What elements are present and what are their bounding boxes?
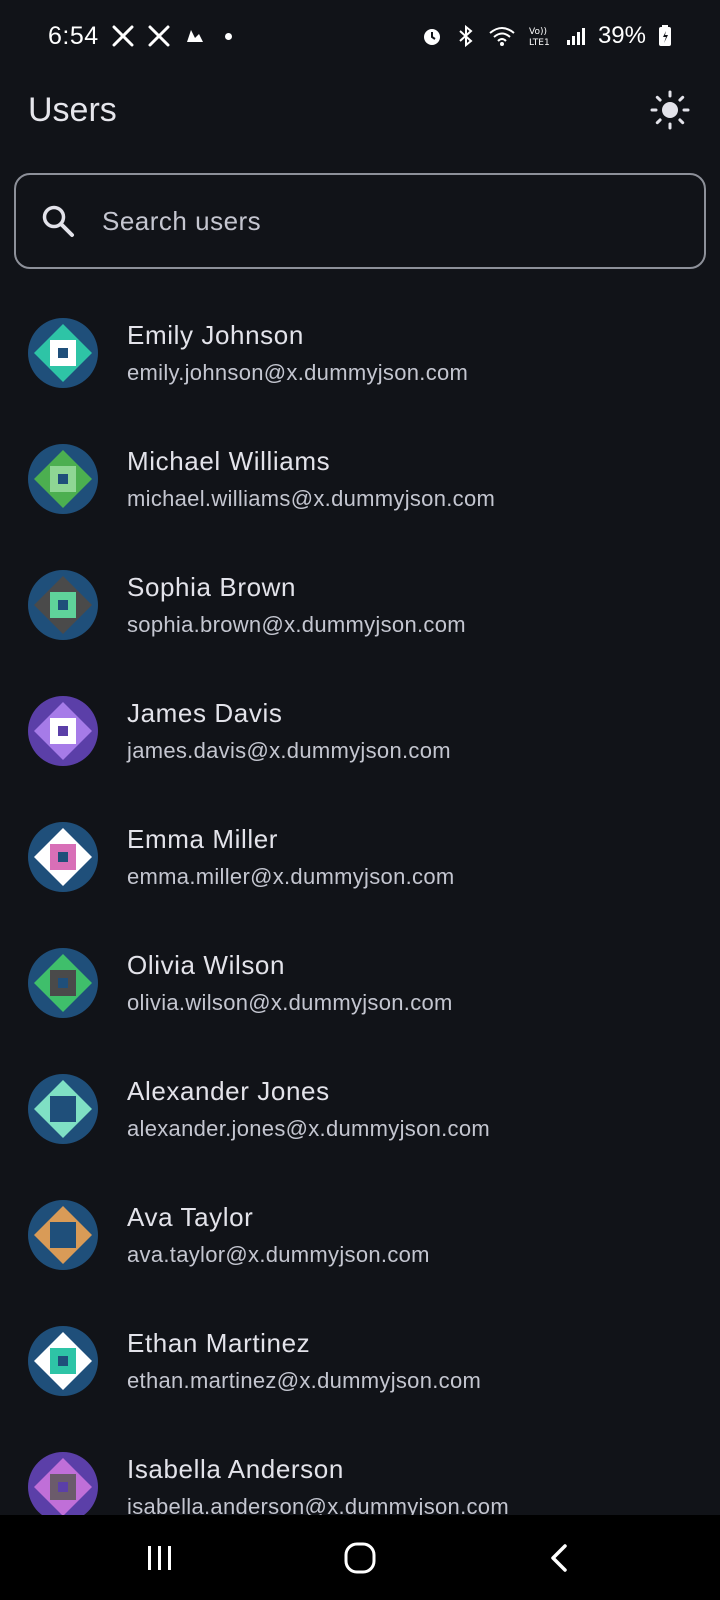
user-email: sophia.brown@x.dummyjson.com <box>127 612 466 637</box>
user-email: emma.miller@x.dummyjson.com <box>127 864 455 889</box>
user-name: Sophia Brown <box>127 572 297 602</box>
svg-text:LTE1: LTE1 <box>529 38 550 48</box>
avatar <box>28 1326 98 1396</box>
user-text: James Davis james.davis@x.dummyjson.com <box>127 697 451 765</box>
avatar <box>28 444 98 514</box>
back-icon <box>551 1543 567 1572</box>
search-icon <box>38 201 78 241</box>
user-name: James Davis <box>127 698 283 728</box>
search-box[interactable] <box>14 173 706 269</box>
user-email: alexander.jones@x.dummyjson.com <box>127 1116 491 1141</box>
user-name: Ethan Martinez <box>127 1328 311 1358</box>
weather-icon <box>183 24 207 48</box>
user-email: james.davis@x.dummyjson.com <box>127 738 451 763</box>
x-icon <box>147 24 171 48</box>
notification-dot-icon <box>224 32 232 40</box>
status-bar: 6:54 Vo)) LTE1 39% <box>0 0 720 72</box>
user-list-item[interactable]: Ethan Martinez ethan.martinez@x.dummyjson… <box>0 1298 720 1424</box>
back-button[interactable] <box>515 1528 605 1588</box>
user-name: Emma Miller <box>127 824 279 854</box>
x-icon <box>111 24 135 48</box>
alarm-icon <box>420 24 444 48</box>
user-list-item[interactable]: Alexander Jones alexander.jones@x.dummyjs… <box>0 1046 720 1172</box>
signal-icon <box>566 24 586 48</box>
search-input[interactable] <box>100 204 704 238</box>
avatar <box>28 570 98 640</box>
user-email: isabella.anderson@x.dummyjson.com <box>127 1494 509 1515</box>
theme-toggle-button[interactable] <box>648 88 692 132</box>
user-list-item[interactable]: Ava Taylor ava.taylor@x.dummyjson.com <box>0 1172 720 1298</box>
user-text: Ava Taylor ava.taylor@x.dummyjson.com <box>127 1201 430 1269</box>
user-email: michael.williams@x.dummyjson.com <box>127 486 496 511</box>
home-icon <box>344 1542 376 1573</box>
avatar <box>28 822 98 892</box>
wifi-icon <box>488 24 516 48</box>
page-title: Users <box>28 90 117 129</box>
status-time: 6:54 <box>48 21 99 50</box>
recents-icon <box>148 1545 171 1570</box>
user-text: Michael Williams michael.williams@x.dummy… <box>127 445 495 513</box>
status-left: 6:54 <box>48 22 232 51</box>
user-list-item[interactable]: Emma Miller emma.miller@x.dummyjson.com <box>0 794 720 920</box>
bluetooth-icon <box>456 24 476 48</box>
user-list-item[interactable]: James Davis james.davis@x.dummyjson.com <box>0 668 720 794</box>
user-text: Ethan Martinez ethan.martinez@x.dummyjson… <box>127 1327 481 1395</box>
app-bar: Users <box>0 72 720 148</box>
screen: 6:54 Vo)) LTE1 39% Users Search users Em… <box>0 0 720 1600</box>
user-name: Isabella Anderson <box>127 1454 344 1484</box>
user-email: olivia.wilson@x.dummyjson.com <box>127 990 453 1015</box>
status-right: Vo)) LTE1 39% <box>420 22 672 50</box>
battery-percent: 39% <box>597 22 646 49</box>
volte-icon: Vo)) LTE1 <box>528 24 554 48</box>
recents-button[interactable] <box>115 1528 205 1588</box>
user-name: Emily Johnson <box>127 320 304 350</box>
user-email: ava.taylor@x.dummyjson.com <box>127 1242 430 1267</box>
user-name: Michael Williams <box>127 446 331 476</box>
avatar <box>28 1452 98 1515</box>
avatar <box>28 318 98 388</box>
user-list-item[interactable]: Michael Williams michael.williams@x.dummy… <box>0 416 720 542</box>
avatar <box>28 1200 98 1270</box>
user-list-item[interactable]: Sophia Brown sophia.brown@x.dummyjson.com <box>0 542 720 668</box>
user-text: Sophia Brown sophia.brown@x.dummyjson.com <box>127 571 466 639</box>
user-name: Olivia Wilson <box>127 950 286 980</box>
user-text: Emma Miller emma.miller@x.dummyjson.com <box>127 823 455 891</box>
user-email: emily.johnson@x.dummyjson.com <box>127 360 469 385</box>
svg-text:Vo)): Vo)) <box>529 27 547 37</box>
home-button[interactable] <box>315 1528 405 1588</box>
user-email: ethan.martinez@x.dummyjson.com <box>127 1368 482 1393</box>
user-list: Emily Johnson emily.johnson@x.dummyjson.c… <box>0 290 720 1515</box>
navigation-bar <box>0 1515 720 1600</box>
user-name: Alexander Jones <box>127 1076 330 1106</box>
avatar <box>28 1074 98 1144</box>
user-text: Alexander Jones alexander.jones@x.dummyjs… <box>127 1075 490 1143</box>
sun-icon <box>650 90 690 130</box>
user-list-item[interactable]: Olivia Wilson olivia.wilson@x.dummyjson.c… <box>0 920 720 1046</box>
user-list-item[interactable]: Emily Johnson emily.johnson@x.dummyjson.c… <box>0 290 720 416</box>
avatar <box>28 948 98 1018</box>
user-text: Olivia Wilson olivia.wilson@x.dummyjson.c… <box>127 949 453 1017</box>
user-text: Isabella Anderson isabella.anderson@x.dum… <box>127 1453 509 1515</box>
avatar <box>28 696 98 766</box>
user-text: Emily Johnson emily.johnson@x.dummyjson.c… <box>127 319 468 387</box>
user-list-item[interactable]: Isabella Anderson isabella.anderson@x.dum… <box>0 1424 720 1515</box>
battery-icon <box>658 24 672 48</box>
user-name: Ava Taylor <box>127 1202 254 1232</box>
